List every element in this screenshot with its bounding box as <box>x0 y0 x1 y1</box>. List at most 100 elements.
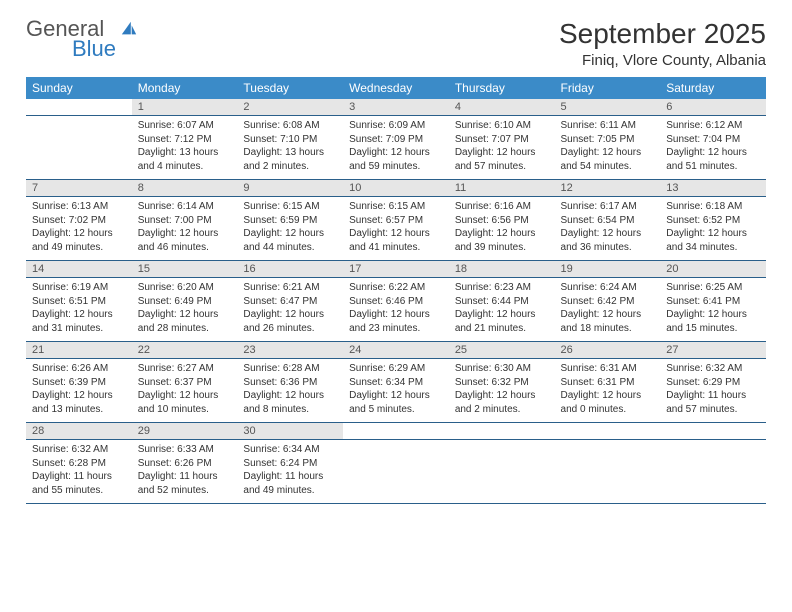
day-number-cell: 28 <box>26 423 132 440</box>
sunrise-line: Sunrise: 6:28 AM <box>243 362 337 376</box>
day-data-row: Sunrise: 6:26 AMSunset: 6:39 PMDaylight:… <box>26 359 766 423</box>
daylight-line: Daylight: 12 hours and 49 minutes. <box>32 227 126 254</box>
weekday-header-row: Sunday Monday Tuesday Wednesday Thursday… <box>26 77 766 99</box>
day-data-cell <box>449 440 555 504</box>
day-number-cell: 26 <box>555 342 661 359</box>
day-number-row: 21222324252627 <box>26 342 766 359</box>
sunrise-line: Sunrise: 6:27 AM <box>138 362 232 376</box>
day-number-cell: 20 <box>660 261 766 278</box>
daylight-line: Daylight: 12 hours and 34 minutes. <box>666 227 760 254</box>
day-number-cell <box>660 423 766 440</box>
sunrise-line: Sunrise: 6:07 AM <box>138 119 232 133</box>
sunset-line: Sunset: 7:02 PM <box>32 214 126 228</box>
daylight-line: Daylight: 12 hours and 54 minutes. <box>561 146 655 173</box>
sunrise-line: Sunrise: 6:29 AM <box>349 362 443 376</box>
day-data-cell <box>555 440 661 504</box>
day-number-cell: 23 <box>237 342 343 359</box>
sunrise-line: Sunrise: 6:13 AM <box>32 200 126 214</box>
sunrise-line: Sunrise: 6:10 AM <box>455 119 549 133</box>
brand-name-2: Blue <box>72 38 116 60</box>
day-data-cell: Sunrise: 6:30 AMSunset: 6:32 PMDaylight:… <box>449 359 555 423</box>
day-number-cell: 2 <box>237 99 343 116</box>
day-number-cell: 21 <box>26 342 132 359</box>
sunset-line: Sunset: 6:37 PM <box>138 376 232 390</box>
day-number-cell: 11 <box>449 180 555 197</box>
day-number-cell: 6 <box>660 99 766 116</box>
sunrise-line: Sunrise: 6:19 AM <box>32 281 126 295</box>
day-data-row: Sunrise: 6:32 AMSunset: 6:28 PMDaylight:… <box>26 440 766 504</box>
sunset-line: Sunset: 6:49 PM <box>138 295 232 309</box>
sunset-line: Sunset: 7:04 PM <box>666 133 760 147</box>
daylight-line: Daylight: 12 hours and 59 minutes. <box>349 146 443 173</box>
daylight-line: Daylight: 12 hours and 36 minutes. <box>561 227 655 254</box>
sunset-line: Sunset: 6:41 PM <box>666 295 760 309</box>
weekday-header: Saturday <box>660 77 766 99</box>
day-data-cell: Sunrise: 6:15 AMSunset: 6:57 PMDaylight:… <box>343 197 449 261</box>
sunrise-line: Sunrise: 6:32 AM <box>666 362 760 376</box>
day-number-cell: 3 <box>343 99 449 116</box>
day-data-cell: Sunrise: 6:07 AMSunset: 7:12 PMDaylight:… <box>132 116 238 180</box>
sunset-line: Sunset: 6:47 PM <box>243 295 337 309</box>
day-number-cell: 1 <box>132 99 238 116</box>
day-number-cell: 30 <box>237 423 343 440</box>
daylight-line: Daylight: 12 hours and 15 minutes. <box>666 308 760 335</box>
calendar-table: Sunday Monday Tuesday Wednesday Thursday… <box>26 77 766 504</box>
day-data-cell: Sunrise: 6:33 AMSunset: 6:26 PMDaylight:… <box>132 440 238 504</box>
daylight-line: Daylight: 12 hours and 41 minutes. <box>349 227 443 254</box>
sunset-line: Sunset: 6:34 PM <box>349 376 443 390</box>
sunset-line: Sunset: 7:05 PM <box>561 133 655 147</box>
day-number-row: 282930 <box>26 423 766 440</box>
day-number-cell <box>343 423 449 440</box>
sunset-line: Sunset: 7:12 PM <box>138 133 232 147</box>
day-number-cell: 27 <box>660 342 766 359</box>
day-data-cell: Sunrise: 6:28 AMSunset: 6:36 PMDaylight:… <box>237 359 343 423</box>
day-number-row: 14151617181920 <box>26 261 766 278</box>
brand-text: General Blue <box>26 18 116 60</box>
day-number-cell: 8 <box>132 180 238 197</box>
sunrise-line: Sunrise: 6:08 AM <box>243 119 337 133</box>
location-text: Finiq, Vlore County, Albania <box>559 52 766 69</box>
day-number-cell <box>555 423 661 440</box>
sail-icon <box>120 20 138 38</box>
sunset-line: Sunset: 6:32 PM <box>455 376 549 390</box>
sunrise-line: Sunrise: 6:34 AM <box>243 443 337 457</box>
sunset-line: Sunset: 6:54 PM <box>561 214 655 228</box>
day-data-cell: Sunrise: 6:08 AMSunset: 7:10 PMDaylight:… <box>237 116 343 180</box>
daylight-line: Daylight: 12 hours and 8 minutes. <box>243 389 337 416</box>
daylight-line: Daylight: 12 hours and 57 minutes. <box>455 146 549 173</box>
daylight-line: Daylight: 13 hours and 2 minutes. <box>243 146 337 173</box>
daylight-line: Daylight: 12 hours and 23 minutes. <box>349 308 443 335</box>
day-data-cell: Sunrise: 6:31 AMSunset: 6:31 PMDaylight:… <box>555 359 661 423</box>
daylight-line: Daylight: 12 hours and 39 minutes. <box>455 227 549 254</box>
day-data-cell: Sunrise: 6:27 AMSunset: 6:37 PMDaylight:… <box>132 359 238 423</box>
day-data-cell: Sunrise: 6:16 AMSunset: 6:56 PMDaylight:… <box>449 197 555 261</box>
day-number-cell: 14 <box>26 261 132 278</box>
weekday-header: Sunday <box>26 77 132 99</box>
daylight-line: Daylight: 12 hours and 44 minutes. <box>243 227 337 254</box>
weekday-header: Thursday <box>449 77 555 99</box>
sunrise-line: Sunrise: 6:16 AM <box>455 200 549 214</box>
day-data-cell: Sunrise: 6:32 AMSunset: 6:28 PMDaylight:… <box>26 440 132 504</box>
day-data-cell: Sunrise: 6:22 AMSunset: 6:46 PMDaylight:… <box>343 278 449 342</box>
sunset-line: Sunset: 6:39 PM <box>32 376 126 390</box>
daylight-line: Daylight: 11 hours and 57 minutes. <box>666 389 760 416</box>
weekday-header: Wednesday <box>343 77 449 99</box>
day-number-cell: 19 <box>555 261 661 278</box>
day-number-cell: 5 <box>555 99 661 116</box>
day-number-cell: 13 <box>660 180 766 197</box>
sunset-line: Sunset: 6:59 PM <box>243 214 337 228</box>
day-number-cell: 7 <box>26 180 132 197</box>
sunset-line: Sunset: 7:07 PM <box>455 133 549 147</box>
day-data-cell: Sunrise: 6:11 AMSunset: 7:05 PMDaylight:… <box>555 116 661 180</box>
day-number-row: 78910111213 <box>26 180 766 197</box>
sunrise-line: Sunrise: 6:21 AM <box>243 281 337 295</box>
weekday-header: Monday <box>132 77 238 99</box>
daylight-line: Daylight: 12 hours and 0 minutes. <box>561 389 655 416</box>
sunrise-line: Sunrise: 6:31 AM <box>561 362 655 376</box>
day-data-cell <box>660 440 766 504</box>
daylight-line: Daylight: 11 hours and 52 minutes. <box>138 470 232 497</box>
sunrise-line: Sunrise: 6:32 AM <box>32 443 126 457</box>
sunrise-line: Sunrise: 6:18 AM <box>666 200 760 214</box>
sunrise-line: Sunrise: 6:12 AM <box>666 119 760 133</box>
day-data-cell: Sunrise: 6:09 AMSunset: 7:09 PMDaylight:… <box>343 116 449 180</box>
